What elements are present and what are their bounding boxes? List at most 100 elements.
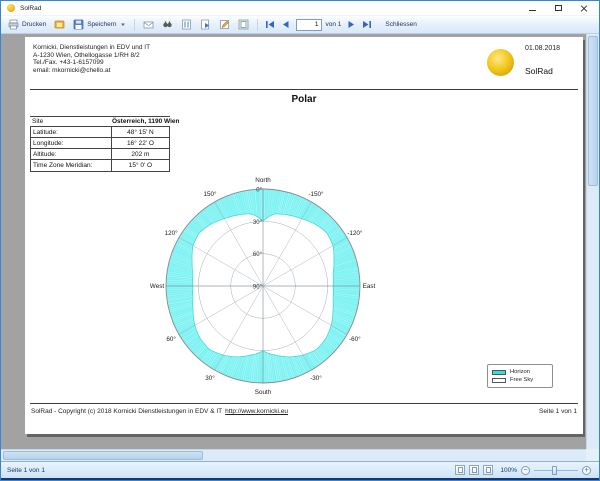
columns-button[interactable]: [179, 18, 194, 31]
maximize-icon: [555, 5, 562, 11]
page-count-label: von 1: [326, 21, 342, 28]
find-button[interactable]: [160, 19, 175, 31]
copyright-text: SolRad - Copyright (c) 2018 Kornicki Die…: [31, 408, 222, 415]
site-table-row: Time Zone Meridian:15° 0' O: [31, 160, 169, 171]
azimuth-label: -150°: [308, 190, 324, 198]
page-icon: [238, 19, 249, 30]
site-row-label: Time Zone Meridian:: [31, 160, 112, 171]
legend-swatch: [492, 370, 506, 375]
company-block: Kornicki, Dienstleistungen in EDV und IT…: [33, 44, 150, 74]
save-label: Speichern: [87, 21, 116, 28]
page-setup-button[interactable]: [52, 18, 67, 31]
legend-label: Horizon: [510, 369, 530, 375]
logo-text: SolRad: [525, 66, 553, 76]
page-footer: SolRad - Copyright (c) 2018 Kornicki Die…: [31, 408, 577, 415]
app-window: SolRad Drucken Speichern: [0, 0, 600, 481]
chart-legend: HorizonFree Sky: [487, 364, 553, 388]
polar-chart: North-150°-120°East-60°-30°South30°60°We…: [138, 177, 388, 397]
dropdown-caret-icon: [120, 22, 126, 27]
print-button[interactable]: Drucken: [6, 18, 48, 31]
azimuth-label: East: [363, 283, 376, 290]
edit-icon: [219, 19, 230, 30]
sun-logo-icon: [487, 49, 514, 76]
legend-item: Free Sky: [492, 376, 548, 384]
company-line: A-1230 Wien, Othellogasse 1/RH 8/2: [33, 52, 150, 60]
zoom-slider-thumb[interactable]: [552, 466, 557, 475]
elevation-label: 0°: [256, 188, 262, 194]
status-page-text: Seite 1 von 1: [7, 467, 45, 474]
toolbar-separator: [134, 19, 135, 31]
page-number-input[interactable]: [296, 19, 322, 31]
site-row-value: 16° 22' O: [112, 140, 169, 147]
legend-swatch: [492, 378, 506, 383]
view-mode-width-icon[interactable]: [483, 465, 493, 475]
view-mode-facing-icon[interactable]: [469, 465, 479, 475]
view-mode-single-icon[interactable]: [455, 465, 465, 475]
export-button[interactable]: [198, 18, 213, 31]
edit-button[interactable]: [217, 18, 232, 31]
export-icon: [200, 19, 211, 30]
print-icon: [8, 19, 19, 30]
page-setup-icon: [54, 19, 65, 30]
company-line: Kornicki, Dienstleistungen in EDV und IT: [33, 44, 150, 52]
azimuth-label: 60°: [166, 335, 176, 343]
close-icon: [580, 4, 588, 12]
azimuth-label: 120°: [165, 229, 179, 237]
horizontal-scrollbar-thumb[interactable]: [3, 451, 203, 460]
last-page-button[interactable]: [361, 18, 373, 31]
site-table-row: Latitude:48° 15' N: [31, 127, 169, 138]
site-row-label: Longitude:: [31, 138, 112, 149]
app-icon: [7, 4, 15, 12]
azimuth-label: 150°: [203, 190, 217, 198]
site-row-value: 202 m: [112, 151, 169, 158]
vertical-scrollbar-thumb[interactable]: [588, 36, 598, 186]
email-button[interactable]: [141, 19, 156, 31]
site-table-row: Altitude:202 m: [31, 149, 169, 160]
save-icon: [73, 19, 84, 30]
legend-item: Horizon: [492, 368, 548, 376]
save-button[interactable]: Speichern: [71, 18, 127, 31]
site-table-rows: Latitude:48° 15' NLongitude:16° 22' OAlt…: [30, 127, 170, 172]
preview-area: Kornicki, Dienstleistungen in EDV und IT…: [1, 34, 599, 461]
close-preview-label: Schliessen: [385, 21, 416, 28]
site-table: Site Österreich, 1190 Wien Latitude:48° …: [30, 116, 170, 172]
page-view-button[interactable]: [236, 18, 251, 31]
header-divider: [30, 89, 578, 90]
zoom-in-button[interactable]: +: [582, 466, 591, 475]
azimuth-label: South: [255, 389, 272, 396]
zoom-out-button[interactable]: −: [521, 466, 530, 475]
azimuth-label: -60°: [349, 335, 361, 343]
elevation-label: 30°: [253, 220, 263, 226]
toolbar-separator: [257, 19, 258, 31]
document-page: Kornicki, Dienstleistungen in EDV und IT…: [25, 37, 583, 434]
site-row-label: Altitude:: [31, 149, 112, 160]
zoom-slider[interactable]: [534, 466, 578, 475]
website-link[interactable]: http://www.kornicki.eu: [225, 408, 288, 415]
last-page-icon: [362, 20, 372, 29]
vertical-scrollbar[interactable]: [586, 34, 599, 449]
elevation-label: 90°: [253, 285, 263, 291]
toolbar: Drucken Speichern: [1, 15, 599, 34]
site-row-label: Latitude:: [31, 127, 112, 138]
window-title: SolRad: [20, 5, 41, 12]
report-date: 01.08.2018: [525, 45, 560, 52]
elevation-label: 60°: [253, 252, 263, 258]
azimuth-label: 30°: [205, 374, 215, 382]
footer-divider: [30, 403, 578, 404]
first-page-button[interactable]: [264, 18, 276, 31]
close-preview-button[interactable]: Schliessen: [383, 20, 418, 29]
find-icon: [162, 20, 173, 30]
minimize-button[interactable]: [527, 3, 537, 13]
report-title: Polar: [25, 94, 583, 105]
prev-page-button[interactable]: [280, 18, 292, 31]
close-button[interactable]: [579, 3, 589, 13]
horizontal-scrollbar[interactable]: [1, 449, 586, 461]
minimize-icon: [529, 10, 536, 11]
maximize-button[interactable]: [553, 3, 563, 13]
site-header-value: Österreich, 1190 Wien: [112, 118, 170, 125]
company-line: Tel./Fax. +43-1-6157099: [33, 59, 150, 67]
first-page-icon: [265, 20, 275, 29]
next-page-button[interactable]: [345, 18, 357, 31]
company-line: email: mkornicki@chello.at: [33, 67, 150, 75]
columns-icon: [181, 19, 192, 30]
